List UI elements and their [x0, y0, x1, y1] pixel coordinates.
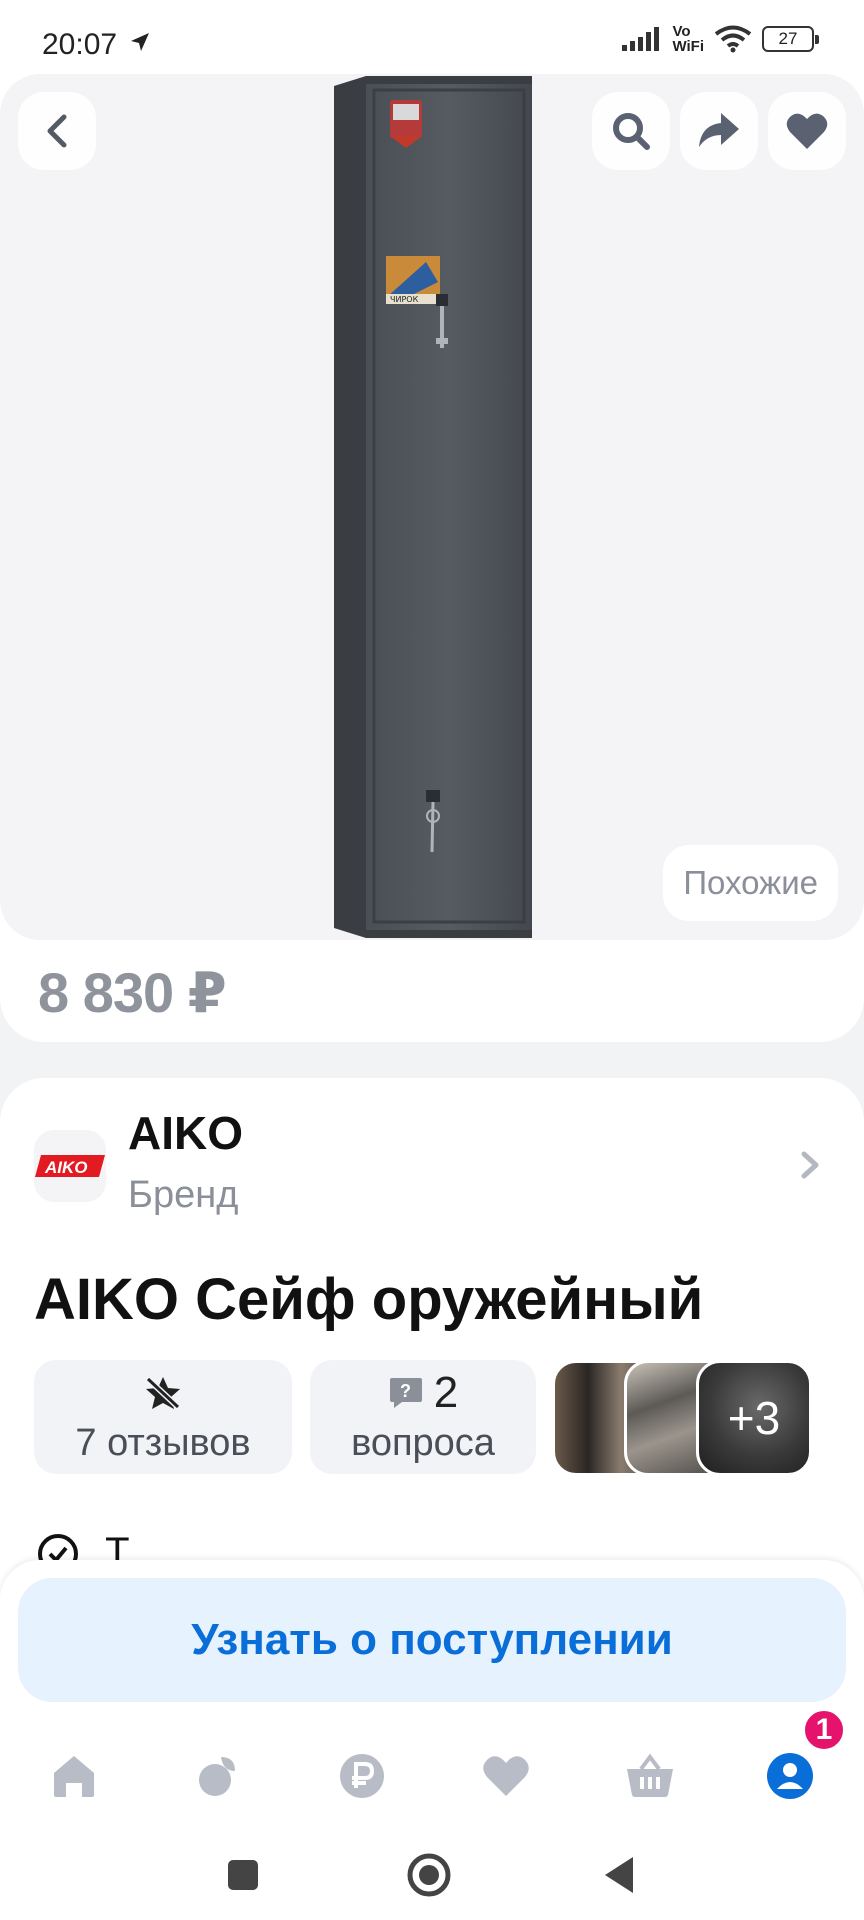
circle-icon	[407, 1853, 451, 1897]
brand-logo[interactable]: AIKO	[34, 1130, 106, 1202]
vowifi-top: Vo	[672, 23, 691, 40]
ruble-icon	[340, 1754, 384, 1798]
gun-safe-image: ЧИРОК	[334, 76, 532, 938]
system-navigation-bar	[0, 1828, 864, 1920]
battery-level: 27	[778, 29, 798, 48]
triangle-back-icon	[605, 1857, 633, 1893]
back-button[interactable]	[18, 92, 96, 170]
share-button[interactable]	[680, 92, 758, 170]
home-icon	[54, 1756, 94, 1797]
reviews-chip[interactable]: 7 отзывов	[34, 1360, 292, 1474]
reviews-chip-top	[144, 1370, 182, 1416]
brand-subtitle: Бренд	[128, 1174, 239, 1216]
nav-catalog[interactable]	[188, 1746, 248, 1806]
profile-notification-badge: 1	[802, 1708, 846, 1752]
favorites-icon	[483, 1756, 529, 1796]
review-photos[interactable]: +3	[552, 1360, 817, 1476]
safe-sticker-text: ЧИРОК	[390, 295, 419, 304]
questions-chip-top: ? 2	[388, 1367, 459, 1417]
product-title: AIKO Сейф оружейный	[34, 1267, 704, 1332]
signal-icon	[622, 27, 660, 51]
brand-logo-text: AIKO	[44, 1158, 88, 1177]
product-image[interactable]: ЧИРОК Похожие	[0, 74, 864, 940]
more-photos-count: +3	[727, 1392, 781, 1444]
brand-name[interactable]: AIKO	[128, 1106, 243, 1160]
back-system-button[interactable]	[594, 1850, 644, 1900]
price: 8 830 ₽	[38, 961, 227, 1024]
aiko-logo: AIKO	[35, 1155, 105, 1177]
product-hero: ЧИРОК Похожие 8 830 ₽	[0, 74, 864, 1042]
status-bar: 20:07 Vo WiFi 27	[0, 0, 864, 74]
bottom-panel: Узнать о поступлении 1	[0, 1560, 864, 1920]
share-icon	[699, 113, 739, 147]
nav-basket[interactable]	[620, 1746, 680, 1806]
nav-profile[interactable]	[760, 1746, 820, 1806]
profile-icon	[767, 1753, 813, 1799]
chevron-right-icon[interactable]	[798, 1150, 824, 1180]
recents-button[interactable]	[218, 1850, 268, 1900]
chevron-left-icon	[47, 114, 67, 148]
similar-button[interactable]: Похожие	[663, 845, 838, 921]
wifi-icon	[714, 25, 752, 53]
search-icon	[613, 113, 650, 150]
favorite-button[interactable]	[768, 92, 846, 170]
more-photos-button[interactable]: +3	[696, 1360, 812, 1476]
questions-count: 2	[433, 1367, 459, 1417]
battery-indicator: 27	[762, 26, 819, 52]
heart-icon	[786, 113, 828, 149]
no-rating-star-icon	[145, 1376, 181, 1409]
nav-finance[interactable]	[332, 1746, 392, 1806]
svg-text:?: ?	[400, 1381, 411, 1401]
reviews-count: 7 отзывов	[75, 1421, 251, 1464]
square-icon	[228, 1860, 258, 1890]
notify-when-available-button[interactable]: Узнать о поступлении	[18, 1578, 846, 1702]
questions-chip[interactable]: ? 2 вопроса	[310, 1360, 536, 1474]
basket-icon	[627, 1753, 673, 1797]
nav-favorites[interactable]	[476, 1746, 536, 1806]
product-page: 20:07 Vo WiFi 27 ЧИРОК Похожие 8 830 ₽ A…	[0, 0, 864, 1920]
questions-label: вопроса	[351, 1421, 495, 1464]
bottom-navigation	[0, 1728, 864, 1828]
catalog-icon	[199, 1757, 235, 1796]
question-bubble-icon: ?	[389, 1377, 422, 1408]
vowifi-bottom: WiFi	[672, 38, 704, 55]
nav-home[interactable]	[44, 1746, 104, 1806]
vowifi-indicator: Vo WiFi	[672, 24, 704, 54]
status-indicators: Vo WiFi 27	[622, 24, 819, 54]
search-button[interactable]	[592, 92, 670, 170]
status-time: 20:07	[42, 28, 118, 61]
location-icon	[131, 33, 149, 51]
home-system-button[interactable]	[404, 1850, 454, 1900]
